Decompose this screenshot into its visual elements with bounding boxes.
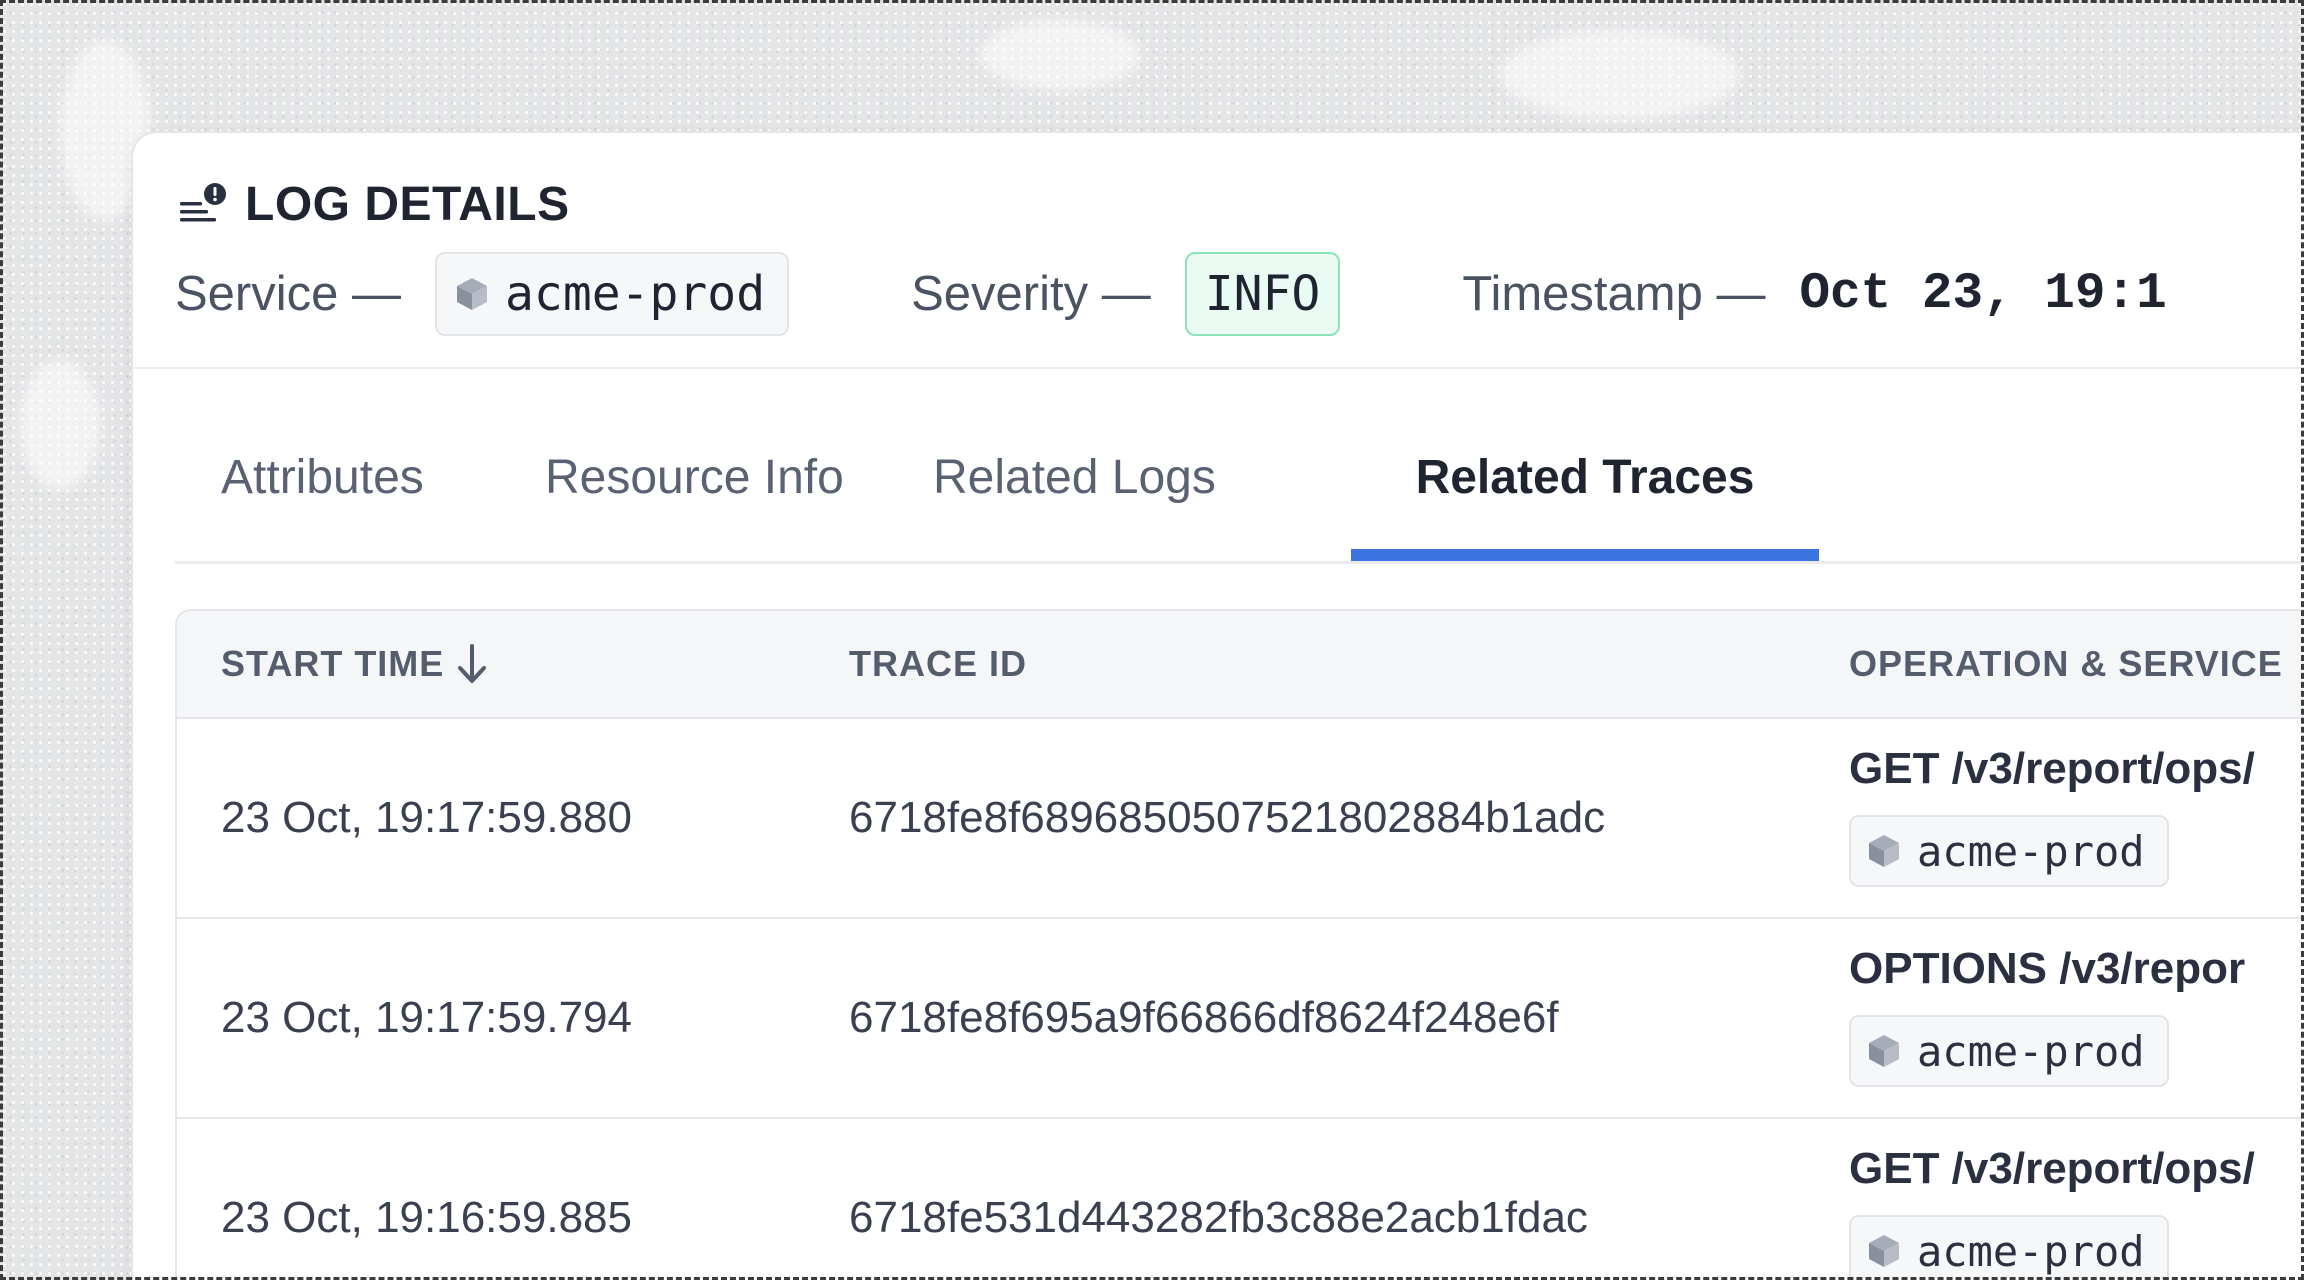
- trace-id-cell[interactable]: 6718fe8f6896850507521802884b1adc: [849, 719, 1605, 917]
- arrow-down-icon: [458, 644, 487, 683]
- service-chip[interactable]: acme-prod: [435, 252, 790, 336]
- tab-resource-info[interactable]: Resource Info: [545, 423, 844, 561]
- severity-badge: INFO: [1184, 252, 1341, 336]
- service-chip[interactable]: acme-prod: [1849, 1215, 2169, 1280]
- cube-icon: [1869, 1035, 1899, 1067]
- column-header-operation-service[interactable]: OPERATION & SERVICE: [1849, 611, 2283, 717]
- tab-label: Resource Info: [545, 451, 844, 504]
- log-details-panel: LOG DETAILS Service — acme-prod Severity…: [131, 131, 2304, 1280]
- start-time-cell: 23 Oct, 19:16:59.885: [221, 1193, 632, 1242]
- tab-label: Related Logs: [933, 451, 1216, 504]
- cube-icon: [1869, 1235, 1899, 1267]
- service-value: acme-prod: [505, 266, 766, 322]
- operation-name: GET /v3/report/ops/: [1849, 744, 2255, 793]
- tab-label: Attributes: [221, 451, 424, 504]
- column-header-trace-id[interactable]: TRACE ID: [849, 611, 1027, 717]
- tab-related-logs[interactable]: Related Logs: [933, 423, 1216, 561]
- log-list-alert-icon: [180, 182, 226, 221]
- cube-icon: [1869, 835, 1899, 867]
- operation-service-cell: GET /v3/report/ops/ acme-prod: [1849, 741, 2255, 887]
- trace-id-cell[interactable]: 6718fe8f695a9f66866df8624f248e6f: [849, 919, 1559, 1117]
- service-chip[interactable]: acme-prod: [1849, 1015, 2169, 1087]
- column-header-label: OPERATION & SERVICE: [1849, 643, 2283, 684]
- panel-header: LOG DETAILS: [177, 177, 570, 232]
- tab-attributes[interactable]: Attributes: [221, 423, 424, 561]
- operation-service-cell: OPTIONS /v3/repor acme-prod: [1849, 941, 2245, 1087]
- column-header-start-time[interactable]: START TIME: [221, 611, 490, 717]
- active-tab-indicator: [1351, 549, 1819, 561]
- operation-name: GET /v3/report/ops/: [1849, 1144, 2255, 1193]
- start-time-cell: 23 Oct, 19:17:59.794: [221, 993, 632, 1042]
- operation-service-cell: GET /v3/report/ops/ acme-prod: [1849, 1141, 2255, 1280]
- timestamp-value: Oct 23, 19:1: [1799, 265, 2167, 323]
- column-header-label: START TIME: [221, 643, 445, 684]
- service-label: Service —: [175, 267, 402, 321]
- service-name: acme-prod: [1917, 826, 2145, 876]
- related-traces-table: START TIME TRACE ID OPERATION & SERVICE …: [175, 609, 2304, 1280]
- tab-related-traces[interactable]: Related Traces: [1351, 423, 1819, 561]
- service-chip[interactable]: acme-prod: [1849, 815, 2169, 887]
- table-row[interactable]: 23 Oct, 19:16:59.885 6718fe531d443282fb3…: [177, 1119, 2304, 1280]
- tabs-divider: [175, 561, 2304, 564]
- tab-label: Related Traces: [1415, 451, 1755, 504]
- panel-title: LOG DETAILS: [245, 178, 570, 231]
- header-divider: [133, 367, 2304, 369]
- severity-label: Severity —: [911, 267, 1151, 321]
- trace-id-cell[interactable]: 6718fe531d443282fb3c88e2acb1fdac: [849, 1119, 1588, 1280]
- operation-name: OPTIONS /v3/repor: [1849, 944, 2246, 993]
- start-time-cell: 23 Oct, 19:17:59.880: [221, 793, 632, 842]
- service-name: acme-prod: [1917, 1026, 2145, 1076]
- table-row[interactable]: 23 Oct, 19:17:59.794 6718fe8f695a9f66866…: [177, 919, 2304, 1119]
- log-meta-row: Service — acme-prod Severity — INFO Time…: [175, 249, 2167, 339]
- timestamp-label: Timestamp —: [1462, 267, 1766, 321]
- table-row[interactable]: 23 Oct, 19:17:59.880 6718fe8f68968505075…: [177, 719, 2304, 919]
- cube-icon: [457, 278, 488, 310]
- service-name: acme-prod: [1917, 1226, 2145, 1276]
- column-header-label: TRACE ID: [849, 643, 1027, 684]
- table-header: START TIME TRACE ID OPERATION & SERVICE: [177, 611, 2304, 719]
